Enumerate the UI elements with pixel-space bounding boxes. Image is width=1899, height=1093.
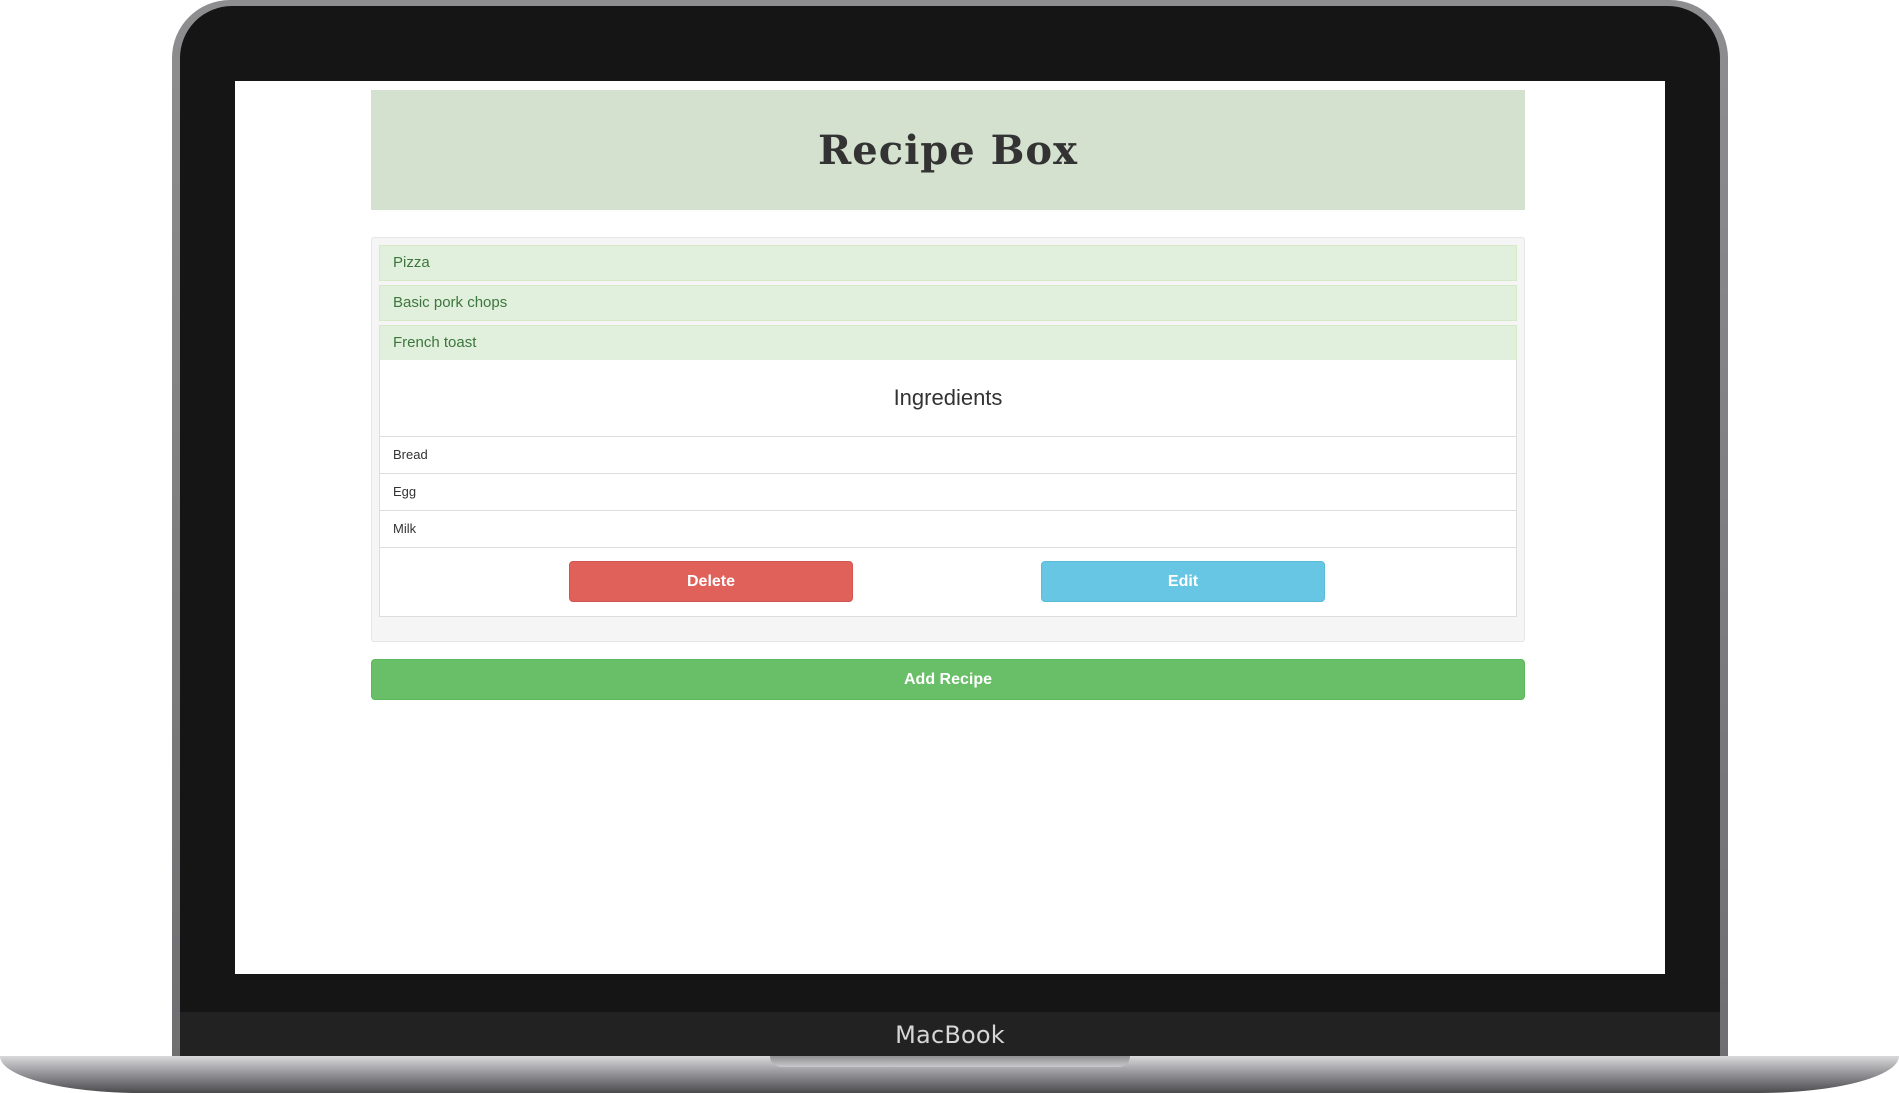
add-recipe-button[interactable]: Add Recipe [371,659,1525,700]
ingredient-item: Bread [380,437,1516,474]
ingredient-item: Egg [380,474,1516,511]
ingredient-item: Milk [380,511,1516,548]
app-container: Recipe Box Pizza Basic pork chops French… [371,90,1525,700]
ingredients-heading: Ingredients [380,360,1516,437]
laptop-base-notch [770,1056,1130,1067]
delete-button[interactable]: Delete [569,561,853,602]
recipe-list: Pizza Basic pork chops French toast Ingr… [371,237,1525,642]
recipe-item-pizza[interactable]: Pizza [379,245,1517,281]
recipe-item-basic-pork-chops[interactable]: Basic pork chops [379,285,1517,321]
app-header: Recipe Box [371,90,1525,210]
recipe-actions: Delete Edit [380,548,1516,616]
laptop-brand-label: MacBook [895,1021,1005,1049]
device-mockup: MacBook Recipe Box Pizza Basic pork chop… [0,0,1899,1093]
app-title: Recipe Box [818,126,1078,174]
edit-button[interactable]: Edit [1041,561,1325,602]
screen: Recipe Box Pizza Basic pork chops French… [235,81,1665,974]
recipe-item-french-toast[interactable]: French toast [379,325,1517,360]
recipe-details: Ingredients Bread Egg Milk Delete Edit [379,360,1517,617]
